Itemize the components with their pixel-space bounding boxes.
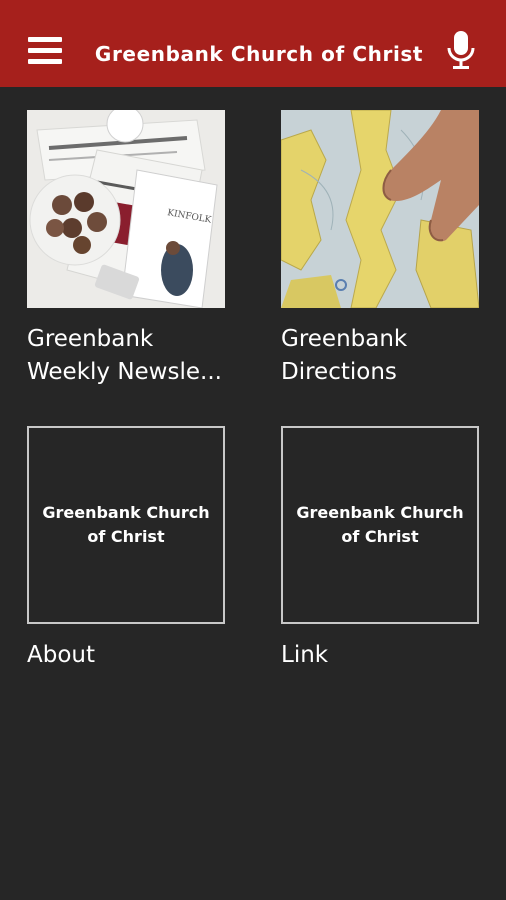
- link-thumbnail: Greenbank Church of Christ: [281, 426, 479, 624]
- about-label: About: [27, 642, 96, 668]
- link-tile[interactable]: Greenbank Church of Christ Link: [281, 426, 479, 672]
- newsletter-label: Greenbank Weekly Newsle...: [27, 326, 222, 385]
- hamburger-menu-icon[interactable]: [28, 37, 62, 67]
- map-photo: [281, 110, 479, 308]
- microphone-icon[interactable]: [446, 31, 476, 71]
- about-thumbnail: Greenbank Church of Christ: [27, 426, 225, 624]
- directions-tile[interactable]: Greenbank Directions: [281, 110, 479, 389]
- link-label: Link: [281, 642, 329, 668]
- app-bar: Greenbank Church of Christ: [0, 0, 506, 87]
- newsletter-tile[interactable]: KINFOLK Greenbank Weekly Newsle...: [27, 110, 225, 389]
- about-tile[interactable]: Greenbank Church of Christ About: [27, 426, 225, 672]
- newspapers-photo: KINFOLK: [27, 110, 225, 308]
- app-title: Greenbank Church of Christ: [94, 42, 424, 66]
- directions-label: Greenbank Directions: [281, 326, 408, 385]
